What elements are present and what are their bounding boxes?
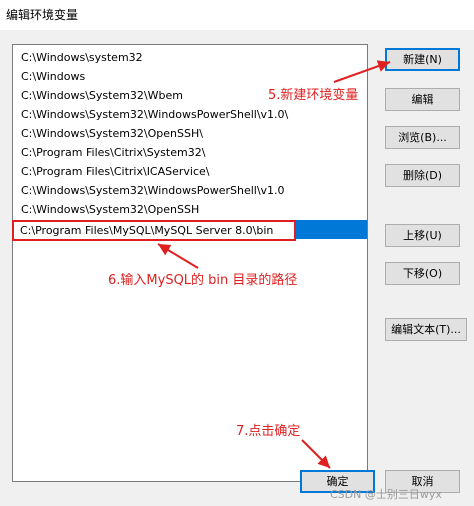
list-item[interactable]: C:\Program Files\Citrix\System32\ (13, 143, 367, 162)
edit-text-button[interactable]: 编辑文本(T)... (385, 318, 467, 341)
arrow-icon (157, 243, 199, 269)
list-item[interactable]: C:\Windows\System32\OpenSSH\ (13, 124, 367, 143)
title-bar: 编辑环境变量 (0, 0, 474, 30)
window-title: 编辑环境变量 (6, 8, 79, 22)
list-item[interactable]: C:\Windows\System32\OpenSSH (13, 200, 367, 219)
browse-button[interactable]: 浏览(B)... (385, 126, 460, 149)
watermark: CSDN @士别三日wyx (330, 488, 442, 501)
arrow-icon (333, 60, 391, 83)
list-item[interactable]: C:\Windows\System32\WindowsPowerShell\v1… (13, 181, 367, 200)
step7-annotation: 7.点击确定 (236, 424, 301, 439)
arrow-icon (301, 439, 331, 469)
list-item[interactable]: C:\Windows\System32\WindowsPowerShell\v1… (13, 105, 367, 124)
edit-button[interactable]: 编辑 (385, 88, 460, 111)
move-up-button[interactable]: 上移(U) (385, 224, 460, 247)
delete-button[interactable]: 删除(D) (385, 164, 460, 187)
list-item[interactable]: C:\Program Files\Citrix\ICAService\ (13, 162, 367, 181)
list-item[interactable]: C:\Windows\system32 (13, 48, 367, 67)
move-down-button[interactable]: 下移(O) (385, 262, 460, 285)
